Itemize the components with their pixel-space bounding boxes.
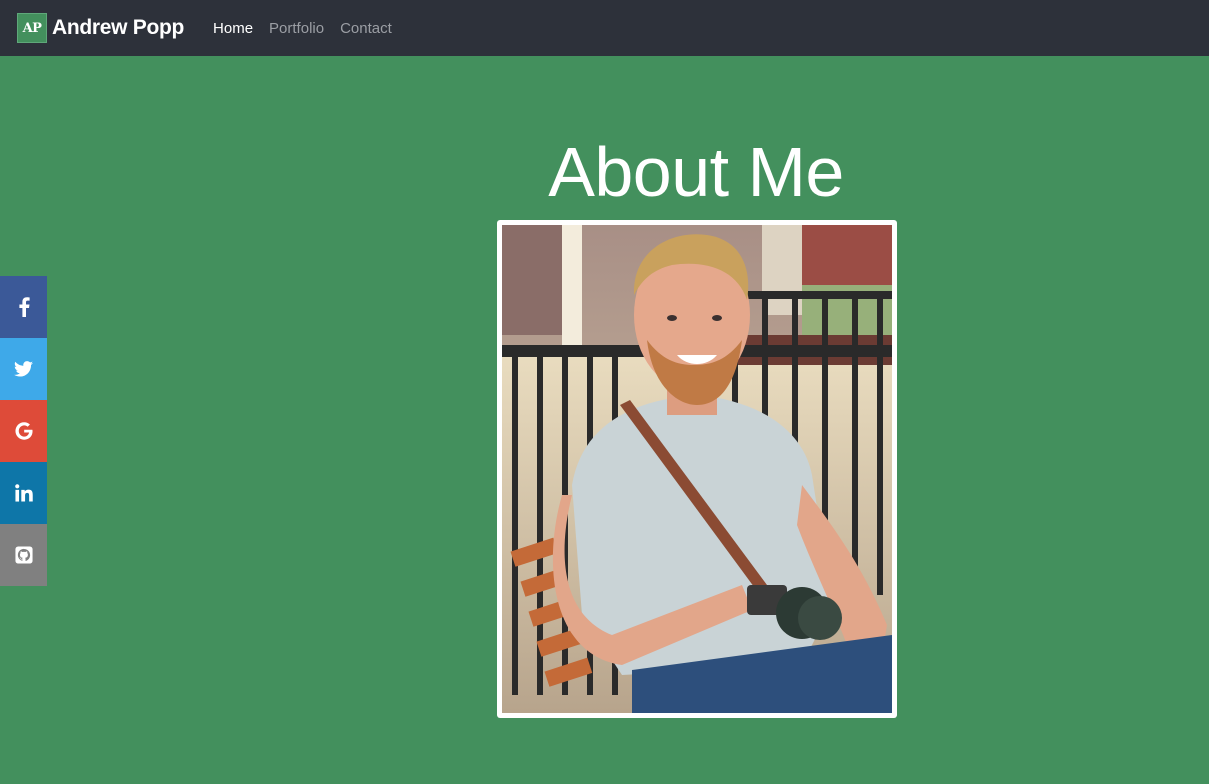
facebook-button[interactable]	[0, 276, 47, 338]
google-button[interactable]	[0, 400, 47, 462]
nav-link-portfolio[interactable]: Portfolio	[269, 20, 324, 37]
brand-name[interactable]: Andrew Popp	[52, 16, 184, 40]
twitter-icon	[14, 361, 33, 377]
nav-link-home[interactable]: Home	[213, 20, 253, 37]
page-title: About Me	[548, 133, 844, 211]
github-icon	[14, 546, 33, 564]
brand-logo[interactable]: AP	[17, 13, 47, 43]
nav-links: Home Portfolio Contact	[213, 20, 408, 37]
github-button[interactable]	[0, 524, 47, 586]
linkedin-button[interactable]	[0, 462, 47, 524]
profile-photo-frame	[497, 220, 897, 718]
facebook-icon	[18, 297, 30, 317]
nav-link-contact[interactable]: Contact	[340, 20, 392, 37]
google-icon	[14, 422, 33, 440]
linkedin-icon	[14, 484, 33, 502]
brand[interactable]: AP Andrew Popp	[17, 13, 184, 43]
profile-photo	[502, 225, 892, 713]
twitter-button[interactable]	[0, 338, 47, 400]
navbar: AP Andrew Popp Home Portfolio Contact	[0, 0, 1209, 56]
social-sidebar	[0, 276, 47, 586]
